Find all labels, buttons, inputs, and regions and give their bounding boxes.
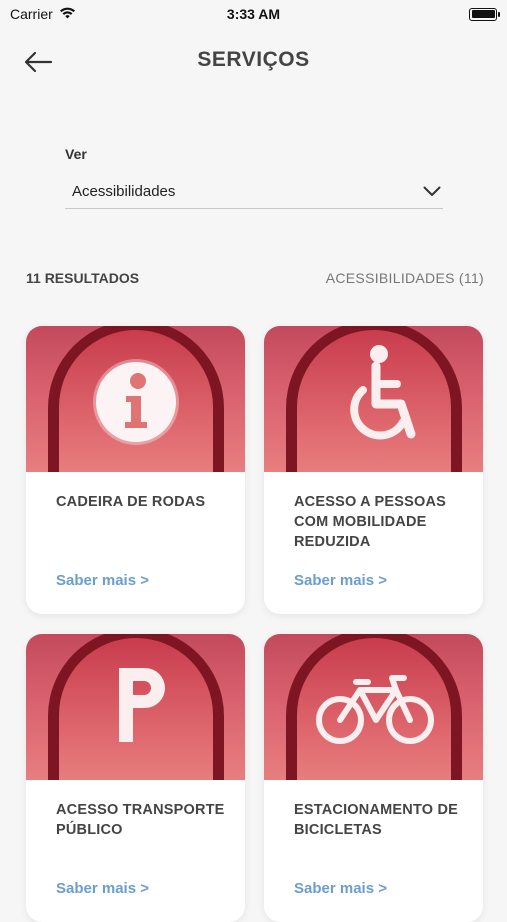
wheelchair-icon xyxy=(264,342,483,452)
service-card[interactable]: ACESSO A PESSOAS COM MOBILIDADE REDUZIDA… xyxy=(264,326,483,614)
select-value: Acessibilidades xyxy=(72,182,176,200)
filter-label: Ver xyxy=(65,146,87,162)
chevron-down-icon xyxy=(423,186,441,196)
page-title: SERVIÇOS xyxy=(197,48,310,71)
card-title: ACESSO TRANSPORTE PÚBLICO xyxy=(56,802,225,838)
saber-mais-link[interactable]: Saber mais > xyxy=(294,880,387,897)
service-card[interactable]: CADEIRA DE RODAS Saber mais > xyxy=(26,326,245,614)
wifi-icon xyxy=(59,6,76,22)
results-count: 11 RESULTADOS xyxy=(26,270,140,286)
active-filter-label: ACESSIBILIDADES (11) xyxy=(325,270,484,286)
card-image xyxy=(26,634,245,780)
card-title: ACESSO A PESSOAS COM MOBILIDADE REDUZIDA xyxy=(294,494,446,550)
status-left: Carrier xyxy=(10,6,76,22)
bicycle-icon xyxy=(264,650,483,760)
battery-icon xyxy=(469,7,500,21)
category-select[interactable]: Acessibilidades xyxy=(65,174,443,209)
saber-mais-link[interactable]: Saber mais > xyxy=(294,572,387,589)
card-image xyxy=(264,326,483,472)
status-bar: Carrier 3:33 AM xyxy=(0,0,507,28)
card-title: ESTACIONAMENTO DE BICICLETAS xyxy=(294,802,458,838)
filter-section: Ver Acessibilidades xyxy=(65,146,443,209)
saber-mais-link[interactable]: Saber mais > xyxy=(56,572,149,589)
header: SERVIÇOS xyxy=(0,36,507,86)
status-time: 3:33 AM xyxy=(226,6,281,22)
card-title: CADEIRA DE RODAS xyxy=(56,494,206,510)
service-card[interactable]: ACESSO TRANSPORTE PÚBLICO Saber mais > xyxy=(26,634,245,922)
saber-mais-link[interactable]: Saber mais > xyxy=(56,880,149,897)
card-image xyxy=(26,326,245,472)
card-image xyxy=(264,634,483,780)
parking-icon xyxy=(26,650,245,760)
results-row: 11 RESULTADOS ACESSIBILIDADES (11) xyxy=(26,270,484,286)
info-icon xyxy=(26,342,245,452)
service-card[interactable]: ESTACIONAMENTO DE BICICLETAS Saber mais … xyxy=(264,634,483,922)
carrier-label: Carrier xyxy=(10,6,53,22)
